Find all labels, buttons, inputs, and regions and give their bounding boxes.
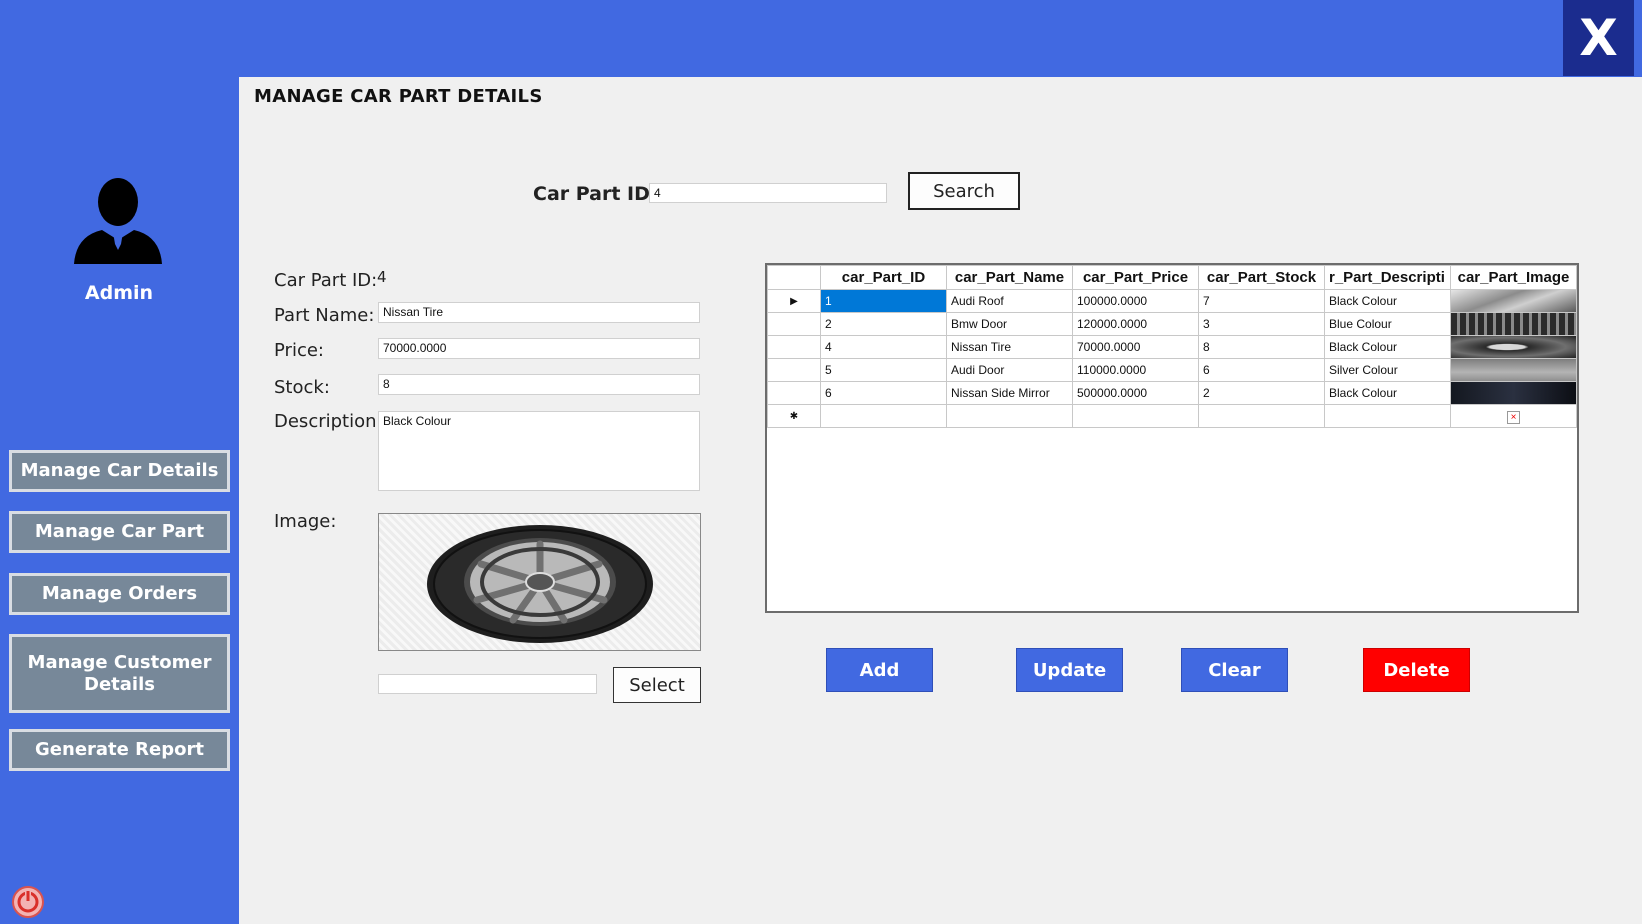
search-id-label: Car Part ID: bbox=[533, 183, 658, 205]
nav-manage-orders[interactable]: Manage Orders bbox=[9, 573, 230, 615]
cell-stock[interactable]: 8 bbox=[1198, 335, 1325, 359]
cell-price[interactable] bbox=[1072, 404, 1199, 428]
thumbnail-silver bbox=[1451, 359, 1576, 381]
broken-image-icon: × bbox=[1507, 410, 1520, 424]
table-row[interactable]: 5 Audi Door 110000.0000 6 Silver Colour bbox=[767, 358, 1577, 382]
clear-button[interactable]: Clear bbox=[1181, 648, 1288, 692]
thumbnail-roof bbox=[1451, 290, 1576, 312]
price-input[interactable]: 70000.0000 bbox=[378, 338, 700, 359]
thumbnail-grille bbox=[1451, 313, 1576, 335]
cell-description[interactable]: Blue Colour bbox=[1324, 312, 1451, 336]
cell-price[interactable]: 110000.0000 bbox=[1072, 358, 1199, 382]
power-icon[interactable] bbox=[12, 886, 44, 918]
table-row[interactable]: 4 Nissan Tire 70000.0000 8 Black Colour bbox=[767, 335, 1577, 359]
cell-id[interactable]: 4 bbox=[820, 335, 947, 359]
stock-input[interactable]: 8 bbox=[378, 374, 700, 395]
column-header-stock[interactable]: car_Part_Stock bbox=[1198, 265, 1325, 290]
update-button[interactable]: Update bbox=[1016, 648, 1123, 692]
cell-price[interactable]: 100000.0000 bbox=[1072, 289, 1199, 313]
table-row[interactable]: 2 Bmw Door 120000.0000 3 Blue Colour bbox=[767, 312, 1577, 336]
price-label: Price: bbox=[274, 340, 324, 361]
description-textarea[interactable]: Black Colour bbox=[378, 411, 700, 491]
cell-name[interactable] bbox=[946, 404, 1073, 428]
cell-id[interactable]: 2 bbox=[820, 312, 947, 336]
part-image-preview bbox=[378, 513, 701, 651]
cell-stock[interactable] bbox=[1198, 404, 1325, 428]
thumbnail-grille bbox=[1451, 336, 1576, 358]
cell-description[interactable]: Black Colour bbox=[1324, 335, 1451, 359]
cell-stock[interactable]: 7 bbox=[1198, 289, 1325, 313]
stock-label: Stock: bbox=[274, 377, 330, 398]
search-button[interactable]: Search bbox=[908, 172, 1020, 210]
select-image-button[interactable]: Select bbox=[613, 667, 701, 703]
part-id-value: 4 bbox=[377, 268, 387, 286]
image-path-input[interactable] bbox=[378, 674, 597, 694]
delete-button[interactable]: Delete bbox=[1363, 648, 1470, 692]
row-header[interactable] bbox=[767, 358, 821, 382]
cell-image[interactable] bbox=[1450, 312, 1577, 336]
cell-name[interactable]: Nissan Tire bbox=[946, 335, 1073, 359]
cell-description[interactable] bbox=[1324, 404, 1451, 428]
grid-table: car_Part_ID car_Part_Name car_Part_Price… bbox=[767, 265, 1577, 428]
tire-image bbox=[427, 525, 653, 643]
page-title: MANAGE CAR PART DETAILS bbox=[254, 86, 543, 107]
admin-label: Admin bbox=[84, 282, 154, 304]
image-label: Image: bbox=[274, 511, 337, 532]
cell-stock[interactable]: 6 bbox=[1198, 358, 1325, 382]
cell-stock[interactable]: 2 bbox=[1198, 381, 1325, 405]
cell-image[interactable]: × bbox=[1450, 404, 1577, 428]
car-part-grid[interactable]: car_Part_ID car_Part_Name car_Part_Price… bbox=[765, 263, 1579, 613]
cell-description[interactable]: Black Colour bbox=[1324, 289, 1451, 313]
cell-id[interactable]: 5 bbox=[820, 358, 947, 382]
nav-manage-car-part[interactable]: Manage Car Part bbox=[9, 511, 230, 553]
new-row-asterisk-icon[interactable]: ✱ bbox=[767, 404, 821, 428]
user-avatar-icon bbox=[74, 178, 162, 264]
search-id-input[interactable]: 4 bbox=[649, 183, 887, 203]
row-header-corner bbox=[767, 265, 821, 290]
column-header-name[interactable]: car_Part_Name bbox=[946, 265, 1073, 290]
row-header[interactable] bbox=[767, 335, 821, 359]
part-name-label: Part Name: bbox=[274, 305, 375, 326]
cell-name[interactable]: Audi Roof bbox=[946, 289, 1073, 313]
cell-description[interactable]: Silver Colour bbox=[1324, 358, 1451, 382]
cell-stock[interactable]: 3 bbox=[1198, 312, 1325, 336]
table-row[interactable]: ▶ 1 Audi Roof 100000.0000 7 Black Colour bbox=[767, 289, 1577, 313]
cell-name[interactable]: Nissan Side Mirror bbox=[946, 381, 1073, 405]
close-button[interactable]: X bbox=[1563, 0, 1634, 76]
cell-image[interactable] bbox=[1450, 335, 1577, 359]
nav-manage-car-details[interactable]: Manage Car Details bbox=[9, 450, 230, 492]
cell-description[interactable]: Black Colour bbox=[1324, 381, 1451, 405]
cell-id[interactable]: 1 bbox=[820, 289, 947, 313]
nav-generate-report[interactable]: Generate Report bbox=[9, 729, 230, 771]
column-header-price[interactable]: car_Part_Price bbox=[1072, 265, 1199, 290]
cell-name[interactable]: Audi Door bbox=[946, 358, 1073, 382]
cell-image[interactable] bbox=[1450, 358, 1577, 382]
cell-id[interactable]: 6 bbox=[820, 381, 947, 405]
cell-image[interactable] bbox=[1450, 289, 1577, 313]
main-panel: MANAGE CAR PART DETAILS Car Part ID: 4 S… bbox=[239, 77, 1642, 924]
cell-id[interactable] bbox=[820, 404, 947, 428]
new-row[interactable]: ✱ × bbox=[767, 404, 1577, 428]
add-button[interactable]: Add bbox=[826, 648, 933, 692]
part-name-input[interactable]: Nissan Tire bbox=[378, 302, 700, 323]
column-header-id[interactable]: car_Part_ID bbox=[820, 265, 947, 290]
table-row[interactable]: 6 Nissan Side Mirror 500000.0000 2 Black… bbox=[767, 381, 1577, 405]
row-header[interactable] bbox=[767, 312, 821, 336]
cell-price[interactable]: 120000.0000 bbox=[1072, 312, 1199, 336]
thumbnail-dark bbox=[1451, 382, 1576, 404]
cell-price[interactable]: 70000.0000 bbox=[1072, 335, 1199, 359]
column-header-image[interactable]: car_Part_Image bbox=[1450, 265, 1577, 290]
column-header-description[interactable]: r_Part_Descripti bbox=[1324, 265, 1451, 290]
nav-manage-customer-details[interactable]: Manage Customer Details bbox=[9, 634, 230, 713]
cell-image[interactable] bbox=[1450, 381, 1577, 405]
grid-header-row: car_Part_ID car_Part_Name car_Part_Price… bbox=[767, 265, 1577, 290]
cell-price[interactable]: 500000.0000 bbox=[1072, 381, 1199, 405]
cell-name[interactable]: Bmw Door bbox=[946, 312, 1073, 336]
row-header[interactable] bbox=[767, 381, 821, 405]
description-label: Description: bbox=[274, 411, 383, 432]
row-selector-icon[interactable]: ▶ bbox=[767, 289, 821, 313]
part-id-label: Car Part ID: bbox=[274, 270, 378, 291]
